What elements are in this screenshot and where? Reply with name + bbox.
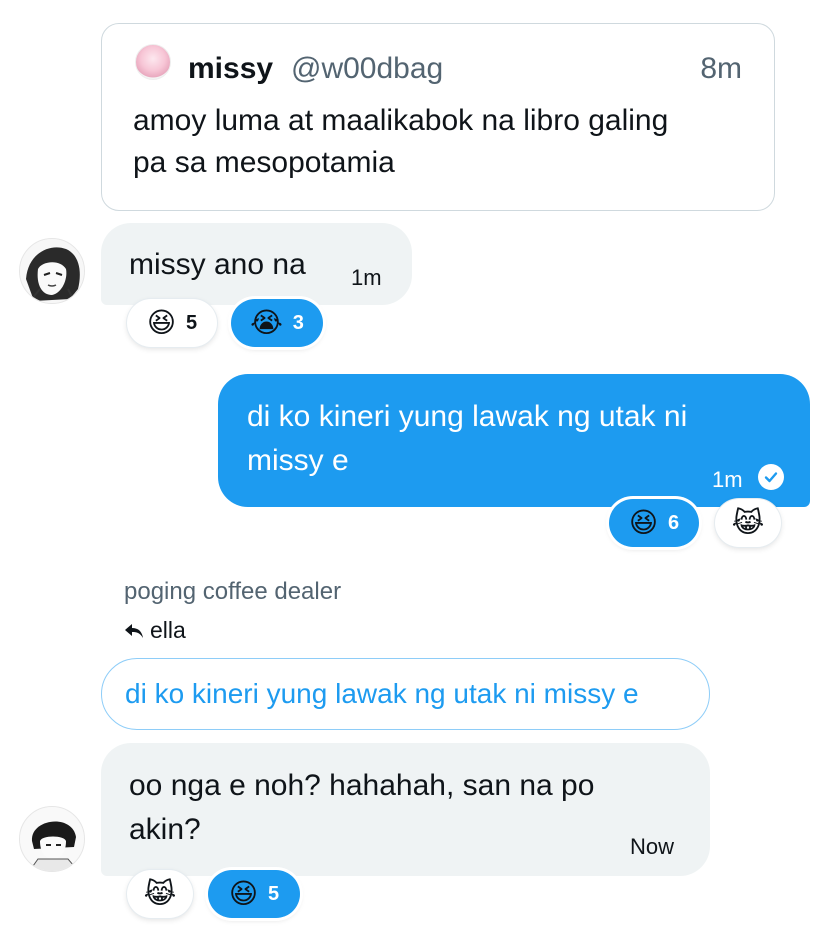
reaction-laughing[interactable]: 😆 5 [127,299,217,347]
quoted-tweet-text: amoy luma at maalikabok na libro galing … [133,100,753,184]
replied-message-preview[interactable]: di ko kineri yung lawak ng utak ni missy… [101,658,710,730]
message-text-line: missy e [247,444,349,477]
loudly-crying-face-icon: 😭 [250,306,283,339]
message-text: di ko kineri yung lawak ng utak ni missy… [247,395,687,483]
reaction-cat-tears[interactable]: 😹 [127,870,193,918]
message-bubble-outgoing[interactable]: di ko kineri yung lawak ng utak ni missy… [218,374,810,507]
message-bubble-incoming[interactable]: oo nga e noh? hahahah, san na po akin? N… [101,743,710,876]
grinning-squinting-face-icon: 😆 [228,877,259,910]
message-text: missy ano na [129,248,306,281]
reaction-count: 6 [668,511,680,534]
manga-avatar-image [20,807,84,871]
replied-message-text: di ko kineri yung lawak ng utak ni missy… [125,678,639,709]
message-text-line: oo nga e noh? hahahah, san na po [129,769,595,802]
reaction-count: 3 [292,311,304,334]
quoted-tweet-card[interactable]: missy @w00dbag 8m amoy luma at maalikabo… [101,23,775,211]
read-check-icon [758,464,784,490]
reaction-laughing[interactable]: 😆 6 [609,499,699,547]
message-timestamp: Now [630,834,675,859]
reply-context: ella [124,617,186,644]
sender-name: poging coffee dealer [124,578,342,605]
cat-with-tears-of-joy-icon: 😹 [143,877,177,910]
quoted-author-handle: @w00dbag [291,52,444,85]
quoted-tweet-text-line: pa sa mesopotamia [133,146,395,179]
quoted-author-avatar [135,44,171,80]
reply-to-name: ella [150,617,186,643]
reaction-count: 5 [268,882,280,905]
message-timestamp: 1m [351,265,382,290]
manga-avatar-image [20,239,84,303]
grinning-squinting-face-icon: 😆 [628,506,659,539]
grinning-squinting-face-icon: 😆 [146,306,177,339]
reply-arrow-icon [125,624,143,638]
message-bubble-incoming[interactable]: missy ano na 1m [101,223,412,305]
message-text-line: akin? [129,813,201,846]
reaction-cat-tears[interactable]: 😹 [715,499,781,547]
quoted-tweet-time: 8m [700,52,742,85]
message-timestamp: 1m [712,467,743,492]
message-text-line: di ko kineri yung lawak ng utak ni [247,400,688,433]
sender-avatar[interactable] [19,238,85,304]
message-text: oo nga e noh? hahahah, san na po akin? [129,764,594,852]
reaction-laughing[interactable]: 😆 5 [208,870,300,918]
quoted-author-name: missy [188,52,274,85]
sender-avatar[interactable] [19,806,85,872]
quoted-tweet-text-line: amoy luma at maalikabok na libro galing [133,104,669,137]
cat-with-tears-of-joy-icon: 😹 [731,506,765,539]
reaction-crying[interactable]: 😭 3 [231,299,323,347]
reaction-count: 5 [186,311,198,334]
